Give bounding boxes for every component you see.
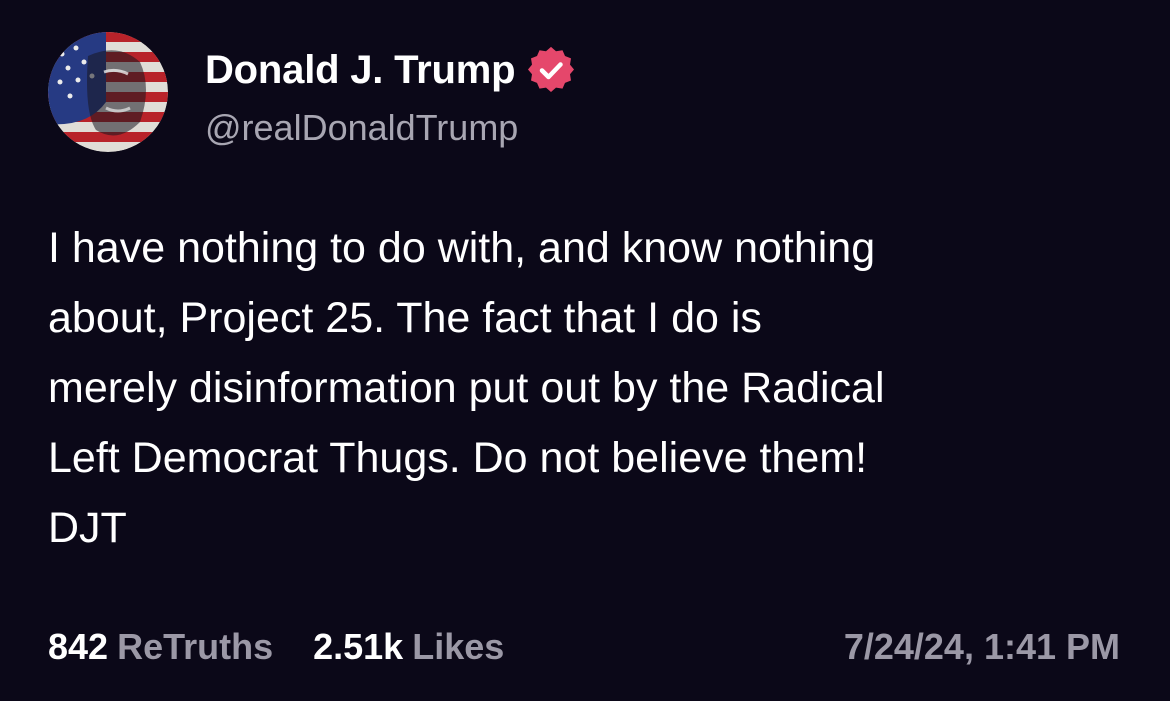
post-body-line: I have nothing to do with, and know noth…: [48, 224, 876, 272]
post-body-line: merely disinformation put out by the Rad…: [48, 364, 885, 412]
post-body-line: DJT: [48, 504, 127, 552]
post-timestamp: 7/24/24, 1:41 PM: [843, 626, 1120, 667]
post-body-line: Left Democrat Thugs. Do not believe them…: [48, 434, 868, 482]
likes-label: Likes: [412, 626, 505, 667]
post-body: I have nothing to do with, and know noth…: [48, 213, 1138, 563]
post-body-line: about, Project 25. The fact that I do is: [48, 294, 762, 342]
author-display-name[interactable]: Donald J. Trump: [205, 48, 516, 93]
likes-count: 2.51k: [313, 626, 404, 667]
truth-post: Donald J. Trump @realDonaldTrump I have …: [0, 0, 1170, 701]
retruths-stat[interactable]: 842 ReTruths: [48, 626, 273, 668]
author-avatar[interactable]: [48, 32, 168, 152]
author-name-row: Donald J. Trump: [205, 44, 575, 96]
verified-badge-icon: [527, 46, 575, 94]
likes-stat[interactable]: 2.51k Likes: [313, 626, 504, 668]
author-handle[interactable]: @realDonaldTrump: [205, 107, 518, 149]
retruths-label: ReTruths: [117, 626, 274, 667]
retruths-count: 842: [48, 626, 109, 667]
avatar-flag-portrait-icon: [48, 32, 168, 152]
engagement-stats: 842 ReTruths 2.51k Likes: [48, 626, 504, 668]
